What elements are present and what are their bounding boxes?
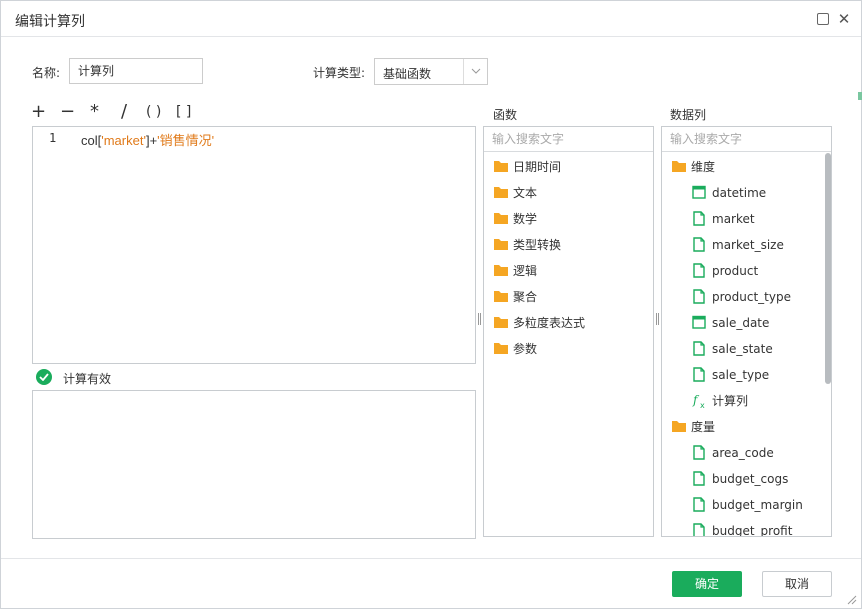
- column-item-label: product_type: [712, 290, 791, 304]
- code-string-literal: '销售情况': [157, 133, 215, 148]
- edge-indicator: [858, 92, 862, 100]
- calc-type-select[interactable]: 基础函数: [374, 58, 488, 85]
- function-icon: fx: [692, 393, 708, 415]
- columns-scrollbar[interactable]: [825, 153, 831, 384]
- functions-search-input[interactable]: 输入搜索文字: [484, 127, 653, 152]
- splitter-handle-left[interactable]: [477, 313, 482, 325]
- splitter-handle-right[interactable]: [655, 313, 660, 325]
- column-item-label: market_size: [712, 238, 784, 252]
- folder-icon: [493, 185, 509, 205]
- calc-type-label: 计算类型:: [313, 66, 366, 80]
- dialog-title: 编辑计算列: [15, 14, 85, 30]
- function-category-label: 聚合: [513, 290, 538, 304]
- resize-grip-icon[interactable]: [845, 593, 857, 605]
- folder-icon: [671, 159, 687, 179]
- columns-panel: 输入搜索文字 维度 datetime market market_sizeproduc…: [661, 126, 832, 537]
- line-number: 1: [49, 131, 57, 145]
- result-preview-box: [32, 390, 476, 539]
- operator-brackets-button[interactable]: [ ]: [176, 103, 191, 121]
- folder-icon: [493, 289, 509, 309]
- document-icon: [692, 471, 706, 492]
- column-item-label: budget_profit: [712, 524, 793, 537]
- functions-panel-title: 函数: [493, 108, 518, 122]
- function-category-label: 多粒度表达式: [513, 316, 586, 330]
- functions-panel: 输入搜索文字 日期时间文本数学类型转换逻辑聚合多粒度表达式 参数: [483, 126, 654, 537]
- folder-icon: [671, 419, 687, 439]
- code-function: col: [81, 133, 98, 148]
- validation-text: 计算有效: [63, 372, 112, 386]
- folder-icon: [493, 211, 509, 231]
- column-item-label: sale_type: [712, 368, 770, 382]
- column-item-label: 维度: [691, 160, 716, 174]
- document-icon: [692, 289, 706, 310]
- column-item-label: product: [712, 264, 759, 278]
- operator-plus-button[interactable]: +: [31, 103, 46, 121]
- column-item-label: 度量: [691, 420, 716, 434]
- column-item-label: budget_cogs: [712, 472, 789, 486]
- code-field-arg: 'market': [101, 133, 146, 148]
- confirm-button[interactable]: 确定: [672, 571, 742, 597]
- folder-icon: [493, 237, 509, 257]
- document-icon: [692, 445, 706, 466]
- function-category-label: 逻辑: [513, 264, 538, 278]
- maximize-icon[interactable]: [817, 13, 829, 25]
- column-item-label: 计算列: [712, 394, 749, 408]
- calendar-icon: [692, 185, 706, 205]
- formula-code: col['market']+'销售情况': [81, 130, 214, 149]
- calc-type-value: 基础函数: [383, 67, 432, 81]
- document-icon: [692, 237, 706, 258]
- column-item-label: sale_state: [712, 342, 773, 356]
- folder-icon: [493, 315, 509, 335]
- operator-multiply-button[interactable]: *: [90, 103, 99, 121]
- column-item-label: area_code: [712, 446, 774, 460]
- operator-parentheses-button[interactable]: ( ): [146, 103, 161, 121]
- folder-icon: [493, 159, 509, 179]
- name-label: 名称:: [32, 66, 61, 80]
- folder-icon: [493, 263, 509, 283]
- svg-text:x: x: [700, 401, 705, 409]
- calendar-icon: [692, 315, 706, 335]
- columns-search-input[interactable]: 输入搜索文字: [662, 127, 831, 152]
- svg-text:f: f: [692, 393, 700, 407]
- document-icon: [692, 263, 706, 284]
- document-icon: [692, 367, 706, 388]
- name-input[interactable]: 计算列: [69, 58, 203, 84]
- function-category-label: 数学: [513, 212, 538, 226]
- operator-divide-button[interactable]: /: [121, 103, 127, 121]
- folder-icon: [493, 341, 509, 361]
- column-item-label: datetime: [712, 186, 767, 200]
- formula-editor[interactable]: 1 col['market']+'销售情况': [32, 126, 476, 364]
- column-item-label: sale_date: [712, 316, 770, 330]
- function-category-label: 类型转换: [513, 238, 562, 252]
- columns-panel-title: 数据列: [670, 108, 707, 122]
- close-icon[interactable]: ✕: [837, 12, 851, 27]
- cancel-button[interactable]: 取消: [762, 571, 832, 597]
- operator-minus-button[interactable]: −: [60, 103, 75, 121]
- function-category-label: 参数: [513, 342, 538, 356]
- document-icon: [692, 341, 706, 362]
- document-icon: [692, 523, 706, 536]
- document-icon: [692, 211, 706, 232]
- function-category-label: 日期时间: [513, 160, 562, 174]
- chevron-down-icon[interactable]: [463, 59, 487, 84]
- column-item-label: budget_margin: [712, 498, 803, 512]
- document-icon: [692, 497, 706, 518]
- function-category-label: 文本: [513, 186, 538, 200]
- dialog-titlebar: 编辑计算列 ✕: [1, 1, 861, 37]
- column-item-label: market: [712, 212, 755, 226]
- edit-computed-column-dialog: 编辑计算列 ✕ 名称: 计算列 计算类型: 基础函数 + − * / ( ) […: [0, 0, 862, 609]
- check-circle-icon: [36, 369, 52, 385]
